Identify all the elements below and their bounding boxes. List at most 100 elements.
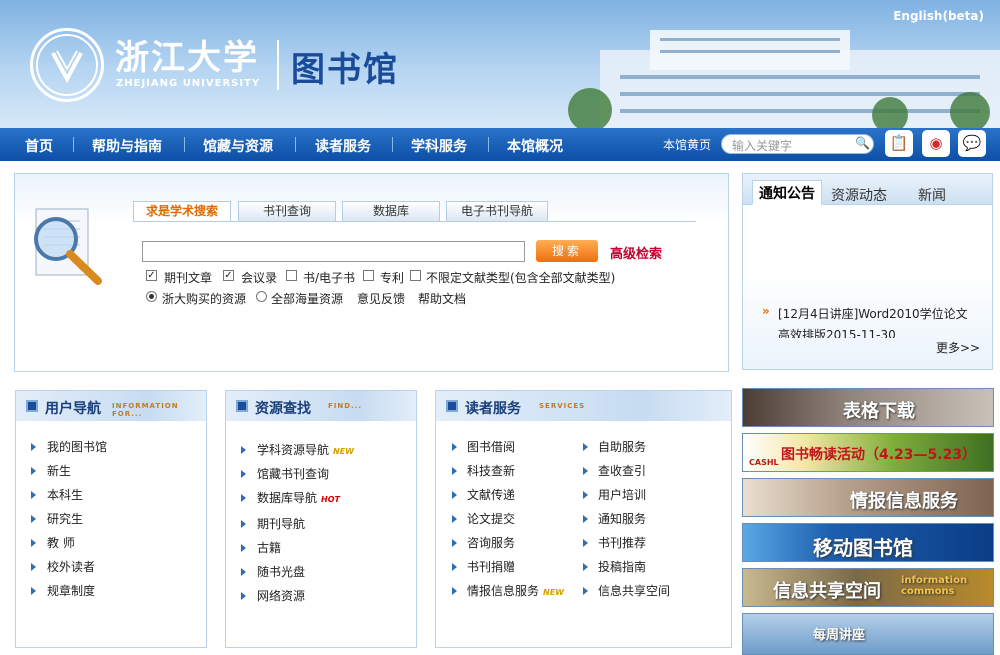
list-item[interactable]: 教 师 [47, 534, 75, 551]
checkbox-books[interactable] [286, 270, 297, 281]
nav-item-help[interactable]: 帮助与指南 [92, 136, 162, 156]
list-item[interactable]: 网络资源 [257, 587, 305, 604]
box-square-icon [446, 400, 458, 412]
library-name: 图书馆 [291, 50, 399, 90]
list-item[interactable]: 用户培训 [598, 486, 646, 503]
list-item[interactable]: 科技查新 [467, 462, 515, 479]
list-item[interactable]: 期刊导航 [257, 515, 305, 532]
nav-divider [488, 137, 489, 152]
tab-book-search[interactable]: 书刊查询 [238, 201, 336, 222]
help-doc-link[interactable]: 帮助文档 [418, 290, 466, 307]
list-item[interactable]: 咨询服务 [467, 534, 515, 551]
tab-resource-news[interactable]: 资源动态 [831, 185, 887, 205]
radio-label: 全部海量资源 [271, 292, 344, 306]
list-item[interactable]: 论文提交 [467, 510, 515, 527]
tab-news[interactable]: 新闻 [918, 185, 946, 205]
university-emblem-icon[interactable] [30, 28, 104, 102]
tab-database[interactable]: 数据库 [342, 201, 440, 222]
new-badge: NEW [543, 588, 564, 597]
notice-item[interactable]: [12月4日讲座]Word2010学位论文高效排版2015-11-30 [778, 304, 978, 338]
search-icon[interactable]: 🔍 [855, 136, 870, 150]
bullet-triangle-icon [452, 539, 457, 547]
list-item-label: 学科资源导航 [257, 443, 330, 457]
list-item[interactable]: 研究生 [47, 510, 83, 527]
advanced-search-link[interactable]: 高级检索 [610, 243, 662, 262]
feedback-link[interactable]: 意见反馈 [357, 290, 405, 307]
banner-mobile-library[interactable]: 移动图书馆 [742, 523, 994, 562]
box-square-icon [26, 400, 38, 412]
list-item[interactable]: 书刊捐赠 [467, 558, 515, 575]
bullet-triangle-icon [241, 544, 246, 552]
list-item[interactable]: 图书借阅 [467, 438, 515, 455]
box-subtitle: FIND... [328, 402, 363, 410]
list-item[interactable]: 校外读者 [47, 558, 95, 575]
list-item[interactable]: 随书光盘 [257, 563, 305, 580]
banner-label: 图书畅读活动（4.23—5.23） [781, 447, 977, 463]
list-item[interactable]: 本科生 [47, 486, 83, 503]
weibo-icon[interactable]: ◉ [922, 130, 950, 157]
list-item[interactable]: 学科资源导航 NEW [257, 441, 354, 458]
checkbox-label: 不限定文献类型(包含全部文献类型) [426, 271, 616, 285]
new-badge: NEW [333, 447, 354, 456]
academic-search-input[interactable] [142, 241, 525, 262]
bullet-triangle-icon [31, 563, 36, 571]
bullet-triangle-icon [241, 520, 246, 528]
radio-all-resources[interactable] [256, 291, 267, 302]
list-item[interactable]: 数据库导航 HOT [257, 489, 340, 506]
list-item[interactable]: 投稿指南 [598, 558, 646, 575]
nav-item-about[interactable]: 本馆概况 [507, 136, 563, 156]
list-item[interactable]: 我的图书馆 [47, 438, 107, 455]
yellow-pages-link[interactable]: 本馆黄页 [663, 136, 711, 153]
checkbox-journal[interactable]: ✓ [146, 270, 157, 281]
bullet-triangle-icon [583, 539, 588, 547]
nav-item-subject-services[interactable]: 学科服务 [411, 136, 467, 156]
checkbox-all-types[interactable] [410, 270, 421, 281]
bullet-triangle-icon [31, 515, 36, 523]
more-link[interactable]: 更多>> [936, 339, 980, 356]
list-item[interactable]: 馆藏书刊查询 [257, 465, 329, 482]
university-name-en: ZHEJIANG UNIVERSITY [116, 78, 261, 89]
list-item[interactable]: 通知服务 [598, 510, 646, 527]
nav-item-reader-services[interactable]: 读者服务 [315, 136, 371, 156]
bullet-triangle-icon [452, 491, 457, 499]
tab-ejournal-nav[interactable]: 电子书刊导航 [446, 201, 548, 222]
site-search-input[interactable]: 输入关键字 [721, 134, 874, 154]
logo-divider [277, 40, 279, 90]
checkbox-proceedings[interactable]: ✓ [223, 270, 234, 281]
bullet-triangle-icon [583, 563, 588, 571]
banner-reading-activity[interactable]: 图书畅读活动（4.23—5.23） CASHL [742, 433, 994, 472]
banner-form-download[interactable]: 表格下载 [742, 388, 994, 427]
nav-item-home[interactable]: 首页 [25, 136, 53, 156]
tab-academic-search[interactable]: 求是学术搜索 [133, 201, 231, 222]
bullet-triangle-icon [31, 443, 36, 451]
list-item[interactable]: 文献传递 [467, 486, 515, 503]
bullet-triangle-icon [31, 539, 36, 547]
banner-information-service[interactable]: 情报信息服务 [742, 478, 994, 517]
notepad-icon[interactable]: 📋 [885, 130, 913, 157]
university-name-cn: 浙江大学 [115, 38, 259, 78]
wechat-icon[interactable]: 💬 [958, 130, 986, 157]
banner-info-commons[interactable]: 信息共享空间 information commons [742, 568, 994, 607]
list-item[interactable]: 查收查引 [598, 462, 646, 479]
radio-zju-resources[interactable] [146, 291, 157, 302]
list-item[interactable]: 情报信息服务 NEW [467, 582, 564, 599]
bullet-triangle-icon [583, 491, 588, 499]
list-item[interactable]: 规章制度 [47, 582, 95, 599]
tab-notices[interactable]: 通知公告 [752, 180, 822, 205]
bullet-triangle-icon [241, 446, 246, 454]
nav-item-collections[interactable]: 馆藏与资源 [203, 136, 273, 156]
list-item[interactable]: 新生 [47, 462, 71, 479]
list-item[interactable]: 自助服务 [598, 438, 646, 455]
banner-weekly-lecture[interactable]: 每周讲座 [742, 613, 994, 655]
list-item[interactable]: 古籍 [257, 539, 281, 556]
list-item[interactable]: 信息共享空间 [598, 582, 670, 599]
bullet-triangle-icon [241, 494, 246, 502]
english-link[interactable]: English(beta) [893, 9, 984, 23]
list-item[interactable]: 书刊推荐 [598, 534, 646, 551]
checkbox-patent[interactable] [363, 270, 374, 281]
banner-label: 信息共享空间 [773, 581, 881, 602]
bullet-triangle-icon [241, 592, 246, 600]
search-button[interactable]: 搜索 [536, 240, 598, 262]
box-title: 用户导航 [45, 401, 101, 417]
checkbox-label: 会议录 [241, 271, 278, 285]
